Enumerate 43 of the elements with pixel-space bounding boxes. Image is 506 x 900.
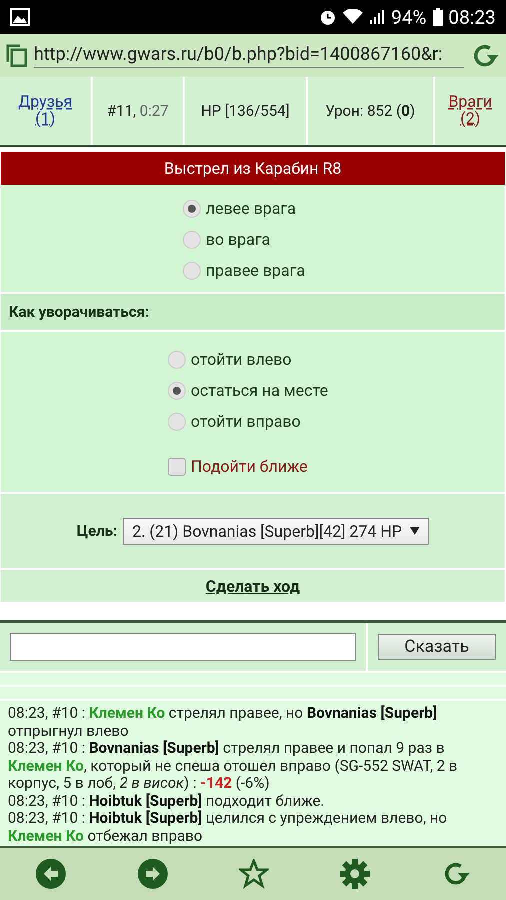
radio-button[interactable] bbox=[168, 350, 186, 368]
chat-input[interactable] bbox=[10, 633, 356, 661]
option-label: отойти влево bbox=[191, 350, 292, 369]
option-label: отойти вправо bbox=[191, 412, 301, 431]
target-dropdown[interactable]: 2. (21) Bovnanias [Superb][42] 274 HP bbox=[123, 518, 430, 544]
battery-percent: 94% bbox=[391, 6, 427, 28]
enemies-link[interactable]: Враги bbox=[448, 94, 492, 111]
star-icon[interactable] bbox=[239, 859, 269, 889]
checkbox[interactable] bbox=[168, 458, 186, 476]
checkbox-label: Подойти ближе bbox=[191, 457, 308, 476]
settings-icon[interactable] bbox=[339, 858, 371, 890]
hp-info: HP [136/554] bbox=[201, 102, 290, 120]
section-header: Как уворачиваться: bbox=[1, 294, 505, 330]
friends-count[interactable]: (1) bbox=[35, 111, 56, 128]
radio-button[interactable] bbox=[183, 262, 201, 280]
enemies-count[interactable]: (2) bbox=[460, 111, 481, 128]
dropdown-arrow-icon bbox=[410, 527, 420, 535]
section-title: Выстрел из Карабин R8 bbox=[1, 152, 505, 185]
option-label: во врага bbox=[206, 230, 270, 249]
log-entry: 08:23, #10 : Bovnanias [Superb] стрелял правее и попал 9 раз в Клемен Ко, который не спеша отошел вправо (SG-552 SWAT, 2 в корпус, 5 в лоб, 2 в висок) : -142 (-6%) bbox=[8, 740, 459, 792]
tabs-icon[interactable] bbox=[6, 44, 28, 68]
radio-button[interactable] bbox=[183, 200, 201, 218]
log-entry: 08:23, #10 : Hoibtuk [Superb] целился с упреждением влево, но Клемен Ко отбежал вправо bbox=[8, 810, 448, 845]
battery-icon bbox=[432, 8, 443, 26]
friends-link[interactable]: Друзья bbox=[18, 94, 73, 111]
back-icon[interactable] bbox=[35, 858, 67, 890]
signal-icon bbox=[369, 9, 386, 25]
radio-button[interactable] bbox=[168, 382, 186, 400]
option-label: левее врага bbox=[206, 199, 296, 218]
damage-info: Урон: 852 (0) bbox=[326, 102, 416, 120]
option-label: остаться на месте bbox=[191, 381, 328, 400]
target-label: Цель: bbox=[76, 522, 118, 540]
radio-button[interactable] bbox=[168, 412, 186, 430]
forward-icon[interactable] bbox=[137, 858, 169, 890]
radio-button[interactable] bbox=[183, 230, 201, 248]
wifi-icon bbox=[343, 9, 364, 25]
say-button[interactable]: Сказать bbox=[378, 634, 496, 660]
turn-info: #11, 0:27 bbox=[107, 102, 169, 120]
option-label: правее врага bbox=[206, 261, 306, 280]
log-entry: 08:23, #10 : Hoibtuk [Superb] подходит ближе. bbox=[8, 792, 326, 810]
make-move-link[interactable]: Сделать ход bbox=[206, 576, 300, 596]
picture-icon bbox=[10, 8, 30, 26]
clock: 08:23 bbox=[448, 6, 496, 28]
